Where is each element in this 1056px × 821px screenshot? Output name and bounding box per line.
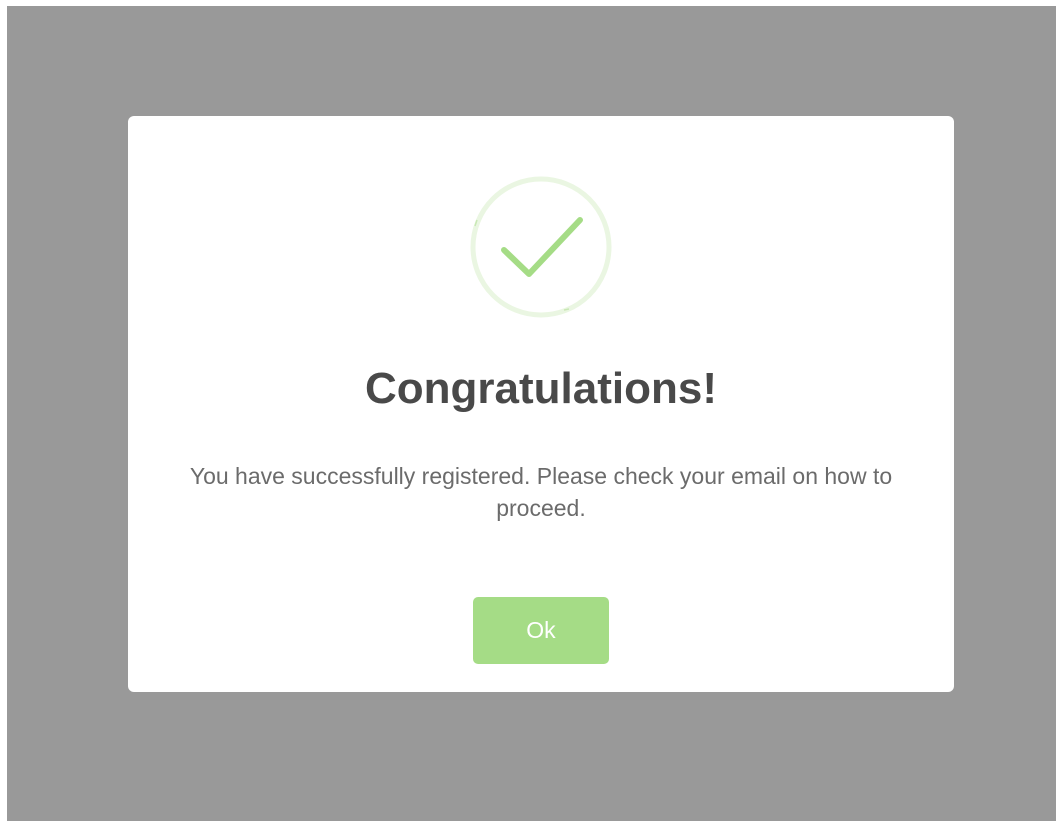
success-dialog: Congratulations! You have successfully r… — [128, 116, 954, 692]
ok-button[interactable]: Ok — [473, 597, 609, 664]
dialog-message: You have successfully registered. Please… — [189, 463, 893, 521]
dialog-title: Congratulations! — [365, 364, 717, 413]
success-check-icon — [470, 176, 612, 318]
